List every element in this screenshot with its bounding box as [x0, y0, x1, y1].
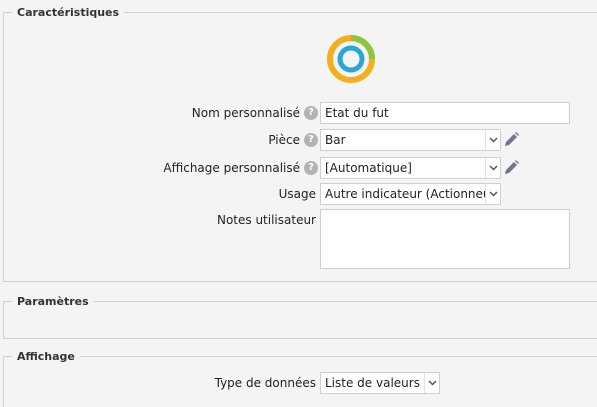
affichage-personnalise-select[interactable]: [Automatique] — [320, 157, 501, 179]
pencil-icon[interactable] — [502, 159, 520, 177]
usage-label: Usage — [278, 187, 316, 201]
chevron-down-icon[interactable] — [424, 373, 439, 393]
affichage-personnalise-value: [Automatique] — [325, 161, 412, 175]
ring-logo-icon — [327, 35, 375, 83]
usage-value: Autre indicateur (Actionneur) — [325, 187, 501, 201]
type-de-donnees-select[interactable]: Liste de valeurs — [320, 372, 440, 394]
row-piece: Pièce? Bar — [4, 129, 597, 151]
label-wrapper: Affichage personnalisé? — [163, 157, 318, 179]
row-affichage-personnalise: Affichage personnalisé? [Automatique] — [4, 157, 597, 179]
notes-utilisateur-label: Notes utilisateur — [216, 213, 316, 227]
section-title-affichage: Affichage — [12, 349, 80, 364]
help-icon[interactable]: ? — [304, 132, 318, 147]
row-nom-personnalise: Nom personnalisé? Etat du fut — [4, 102, 597, 124]
label-wrapper: Pièce? — [268, 129, 318, 151]
section-affichage: Affichage Type de données Liste de valeu… — [3, 349, 597, 407]
section-title-parametres: Paramètres — [12, 294, 94, 309]
row-usage: Usage Autre indicateur (Actionneur) — [4, 183, 597, 205]
nom-personnalise-value: Etat du fut — [325, 106, 389, 120]
type-de-donnees-label: Type de données — [214, 376, 316, 390]
help-icon[interactable]: ? — [304, 160, 318, 175]
piece-select[interactable]: Bar — [320, 129, 501, 151]
help-icon[interactable]: ? — [304, 105, 318, 120]
piece-label: Pièce — [268, 133, 300, 147]
chevron-down-icon[interactable] — [485, 184, 500, 204]
usage-select[interactable]: Autre indicateur (Actionneur) — [320, 183, 501, 205]
pencil-icon[interactable] — [502, 131, 520, 149]
chevron-down-icon[interactable] — [485, 158, 500, 178]
nom-personnalise-input[interactable]: Etat du fut — [320, 102, 570, 124]
section-caracteristiques: Caractéristiques Nom personnalisé? Etat … — [3, 5, 597, 282]
chevron-down-icon[interactable] — [485, 130, 500, 150]
nom-personnalise-label: Nom personnalisé — [191, 106, 300, 120]
section-title-caracteristiques: Caractéristiques — [12, 5, 125, 20]
notes-utilisateur-textarea[interactable] — [320, 209, 570, 269]
affichage-personnalise-label: Affichage personnalisé — [163, 161, 300, 175]
row-notes-utilisateur: Notes utilisateur — [4, 209, 597, 269]
row-type-de-donnees: Type de données Liste de valeurs — [4, 372, 597, 394]
section-parametres: Paramètres — [3, 294, 597, 339]
type-de-donnees-value: Liste de valeurs — [325, 376, 420, 390]
piece-value: Bar — [325, 133, 346, 147]
label-wrapper: Nom personnalisé? — [192, 102, 318, 124]
